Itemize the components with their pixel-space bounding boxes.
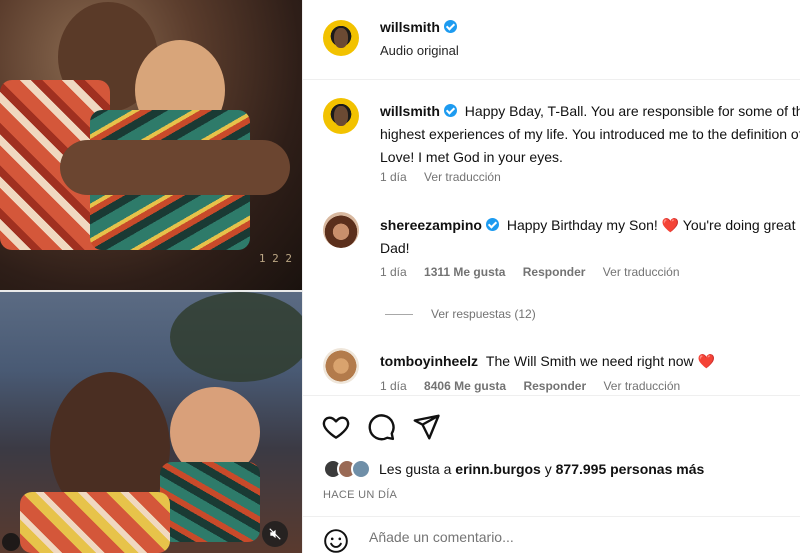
comment-body: shereezampino Happy Birthday my Son! ❤️ … xyxy=(380,214,800,260)
heart-icon[interactable] xyxy=(321,412,351,442)
verified-icon xyxy=(485,218,499,231)
comment-composer xyxy=(303,516,800,553)
likes-summary: Les gusta a erinn.burgos y 877.995 perso… xyxy=(323,459,704,479)
shirt-pattern-bottom xyxy=(20,492,170,553)
author-block: willsmith Audio original xyxy=(380,19,459,58)
translate-link[interactable]: Ver traducción xyxy=(603,265,680,279)
view-replies-button[interactable]: Ver respuestas (12) xyxy=(385,307,536,321)
comment-icon[interactable] xyxy=(366,412,396,442)
comment-text: Happy Birthday my Son! xyxy=(506,217,662,233)
reply-button[interactable]: Responder xyxy=(523,265,586,279)
mute-button[interactable] xyxy=(262,521,288,547)
photo-stamp: 1 2 2 xyxy=(258,252,292,265)
comments-list: willsmith Happy Bday, T-Ball. You are re… xyxy=(303,81,800,394)
liker-avatars xyxy=(323,459,371,479)
likes-text: Les gusta a erinn.burgos y 877.995 perso… xyxy=(379,461,704,477)
likes-middle: y xyxy=(540,461,556,477)
comment-meta: 1 día Ver traducción xyxy=(380,170,515,184)
view-replies-label: Ver respuestas (12) xyxy=(431,307,536,321)
commenter-avatar[interactable] xyxy=(323,98,359,134)
reply-button[interactable]: Responder xyxy=(523,379,586,393)
comment-username[interactable]: willsmith xyxy=(380,103,440,119)
verified-icon xyxy=(443,104,457,117)
comment-meta: 1 día 8406 Me gusta Responder Ver traduc… xyxy=(380,379,694,393)
post-actions: Les gusta a erinn.burgos y 877.995 perso… xyxy=(303,395,800,515)
emoji-icon[interactable] xyxy=(323,528,349,553)
liker-avatar[interactable] xyxy=(351,459,371,479)
comment-input[interactable] xyxy=(369,529,769,545)
liker-username[interactable]: erinn.burgos xyxy=(455,461,541,477)
author-username[interactable]: willsmith xyxy=(380,19,440,35)
comment-body: tomboyinheelz The Will Smith we need rig… xyxy=(380,350,800,373)
commenter-avatar[interactable] xyxy=(323,212,359,248)
comment-time: 1 día xyxy=(380,379,407,393)
share-icon[interactable] xyxy=(411,412,441,442)
comment-time: 1 día xyxy=(380,170,407,184)
post-media[interactable]: 1 2 2 xyxy=(0,0,302,553)
comment-text: The Will Smith we need right now xyxy=(485,353,698,369)
audio-label[interactable]: Audio original xyxy=(380,43,459,58)
likes-prefix: Les gusta a xyxy=(379,461,456,477)
author-avatar[interactable] xyxy=(323,20,359,56)
verified-icon xyxy=(443,20,457,33)
photo-top: 1 2 2 xyxy=(0,0,302,290)
commenter-avatar[interactable] xyxy=(323,348,359,384)
heart-emoji: ❤️ xyxy=(697,353,715,369)
heart-emoji: ❤️ xyxy=(661,217,680,233)
comment-likes[interactable]: 1311 Me gusta xyxy=(424,265,505,279)
comment-time: 1 día xyxy=(380,265,407,279)
comment-username[interactable]: tomboyinheelz xyxy=(380,353,478,369)
photo-bottom xyxy=(0,292,302,553)
comment-username[interactable]: shereezampino xyxy=(380,217,482,233)
comment-body: willsmith Happy Bday, T-Ball. You are re… xyxy=(380,100,800,169)
palm-trees xyxy=(170,292,302,382)
post-time: HACE UN DÍA xyxy=(323,489,398,501)
post-header: willsmith Audio original xyxy=(303,0,800,80)
tagged-users-button[interactable] xyxy=(2,533,20,551)
comment-text: Happy Bday, T-Ball. You are responsible … xyxy=(380,103,800,165)
comment-likes[interactable]: 8406 Me gusta xyxy=(424,379,506,393)
arm xyxy=(60,140,290,195)
translate-link[interactable]: Ver traducción xyxy=(424,170,501,184)
replies-line xyxy=(385,313,413,315)
comment-meta: 1 día 1311 Me gusta Responder Ver traduc… xyxy=(380,265,694,279)
likes-count[interactable]: 877.995 personas más xyxy=(556,461,705,477)
mute-icon xyxy=(269,528,281,540)
post-panel: willsmith Audio original willsmith Happy… xyxy=(302,0,800,553)
translate-link[interactable]: Ver traducción xyxy=(603,379,680,393)
baby-shirt-2 xyxy=(160,462,260,542)
